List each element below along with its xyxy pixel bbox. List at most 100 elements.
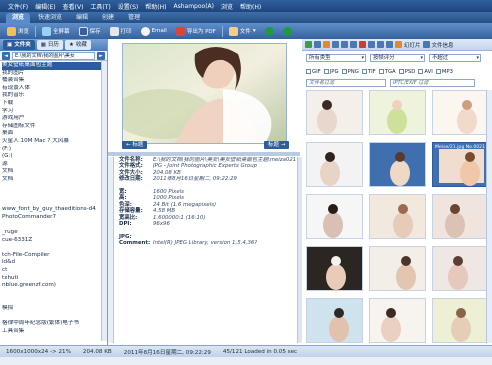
- checkbox-box[interactable]: [361, 69, 367, 74]
- file-button[interactable]: 文件 ▾: [226, 25, 259, 38]
- checkbox-box[interactable]: [418, 69, 424, 74]
- info-icon[interactable]: [422, 41, 430, 48]
- tree-item[interactable]: 美女壁纸桌面包主题: [2, 62, 107, 70]
- tab-browse[interactable]: 浏览: [6, 13, 31, 23]
- thumbnail[interactable]: [306, 246, 363, 291]
- tab-favorites[interactable]: ★ 收藏: [64, 40, 91, 50]
- tree-item[interactable]: 桶装合集: [2, 77, 107, 85]
- next-image-button[interactable]: 标题 →: [264, 141, 290, 149]
- tree-item[interactable]: 文档: [2, 168, 107, 176]
- tree-item[interactable]: 源: [2, 161, 107, 169]
- menu-help-2[interactable]: 帮助(H): [240, 2, 261, 11]
- tree-item[interactable]: [2, 244, 107, 252]
- type-select[interactable]: 所有类型: [306, 54, 366, 62]
- tree-item[interactable]: 我的音乐: [2, 92, 107, 100]
- tree-item[interactable]: [2, 297, 107, 305]
- tree-item[interactable]: PhotoCommander7: [2, 214, 107, 222]
- format-checkbox[interactable]: JPG: [323, 69, 339, 75]
- thumbnail-scrollbar[interactable]: [486, 90, 492, 343]
- menu-help[interactable]: 帮助(H): [145, 2, 166, 11]
- tab-folders[interactable]: ▣ 文件夹: [3, 40, 35, 50]
- fullscreen-button[interactable]: 全屏幕: [39, 25, 73, 38]
- tree-item[interactable]: ct: [2, 267, 107, 275]
- checkbox-box[interactable]: [341, 69, 347, 74]
- rotate-left-icon[interactable]: [341, 41, 348, 48]
- tab-edit[interactable]: 编辑: [70, 13, 94, 23]
- size-select[interactable]: 不超过: [429, 54, 481, 62]
- thumbnail[interactable]: Meise/21.jpg No.0021: [432, 142, 489, 187]
- tree-item[interactable]: (G:): [2, 153, 107, 161]
- thumbnail[interactable]: [306, 90, 363, 135]
- copy-icon[interactable]: [314, 41, 321, 48]
- tree-item[interactable]: (F:): [2, 146, 107, 154]
- image-preview[interactable]: [122, 43, 287, 144]
- menu-ashampoo[interactable]: Ashampoo(A): [173, 3, 214, 10]
- thumbnail[interactable]: [369, 90, 426, 135]
- tree-item[interactable]: [2, 184, 107, 192]
- delete-icon[interactable]: [332, 41, 339, 48]
- thumbnail[interactable]: [432, 90, 489, 135]
- tree-item[interactable]: 文档: [2, 176, 107, 184]
- tree-scrollbar[interactable]: [101, 61, 107, 341]
- tree-item[interactable]: nblue.greenzf.com): [2, 282, 107, 290]
- tree-item[interactable]: 存储图标文件: [2, 123, 107, 131]
- thumbnail[interactable]: [306, 142, 363, 187]
- thumbnail[interactable]: [306, 298, 363, 343]
- tree-item[interactable]: _ruge: [2, 229, 107, 237]
- tab-quick-browse[interactable]: 快速浏览: [32, 13, 68, 23]
- tree-item[interactable]: [2, 221, 107, 229]
- panel-splitter[interactable]: [108, 152, 300, 156]
- thumbnail[interactable]: [432, 246, 489, 291]
- format-checkbox[interactable]: PNG: [341, 69, 359, 75]
- tree-item[interactable]: 游戏用户: [2, 115, 107, 123]
- tab-create[interactable]: 创建: [96, 13, 120, 23]
- settings-icon[interactable]: [305, 41, 312, 48]
- tree-item[interactable]: 桌面: [2, 130, 107, 138]
- stop-icon[interactable]: [359, 41, 366, 48]
- path-back-button[interactable]: ◄: [2, 51, 10, 60]
- thumbnail[interactable]: [369, 298, 426, 343]
- checkbox-box[interactable]: [435, 69, 441, 74]
- file-info-label[interactable]: 文件信息: [432, 41, 454, 49]
- tree-item[interactable]: ld&d: [2, 259, 107, 267]
- tree-item[interactable]: 有现景人体: [2, 85, 107, 93]
- tree-item[interactable]: 火星人 10M Mac ? 大风暴: [2, 138, 107, 146]
- tree-item[interactable]: txhuti: [2, 275, 107, 283]
- thumbnail[interactable]: [369, 142, 426, 187]
- list-icon[interactable]: [377, 41, 384, 48]
- rating-select[interactable]: 按帧评分: [370, 54, 425, 62]
- email-button[interactable]: Email: [138, 25, 170, 38]
- format-checkbox[interactable]: GIF: [306, 69, 321, 75]
- tab-manage[interactable]: 管理: [122, 13, 146, 23]
- tree-item[interactable]: www_font_by_guy_thaeditions-d4: [2, 206, 107, 214]
- tree-item[interactable]: 我的图片: [2, 70, 107, 78]
- checkbox-box[interactable]: [306, 69, 311, 74]
- name-filter-input[interactable]: 文件名过滤: [306, 79, 386, 87]
- thumbnail[interactable]: [306, 194, 363, 239]
- move-icon[interactable]: [323, 41, 330, 48]
- sort-icon[interactable]: [386, 41, 393, 48]
- thumbnail[interactable]: [369, 194, 426, 239]
- tree-item[interactable]: [2, 191, 107, 199]
- tab-calendar[interactable]: ▦ 日历: [36, 40, 63, 50]
- menu-settings[interactable]: 设置(S): [118, 2, 139, 11]
- menu-tools[interactable]: 工具(T): [90, 2, 110, 11]
- back-button[interactable]: [262, 25, 277, 38]
- tree-item[interactable]: tch-File-Compiler: [2, 252, 107, 260]
- format-checkbox[interactable]: TIF: [361, 69, 376, 75]
- menu-file[interactable]: 文件(F): [8, 2, 28, 11]
- rotate-right-icon[interactable]: [350, 41, 357, 48]
- grid-icon[interactable]: [368, 41, 375, 48]
- export-pdf-button[interactable]: 导出为 PDF: [173, 25, 219, 38]
- format-checkbox[interactable]: MP3: [435, 69, 453, 75]
- browse-button[interactable]: 浏览: [4, 25, 32, 38]
- forward-button[interactable]: [280, 25, 295, 38]
- tree-item[interactable]: 工具合集: [2, 328, 107, 336]
- tree-item[interactable]: [2, 313, 107, 321]
- tree-item[interactable]: 模拟: [2, 305, 107, 313]
- slideshow-icon[interactable]: [395, 41, 402, 48]
- format-checkbox[interactable]: TGA: [378, 69, 396, 75]
- tree-item[interactable]: 学习: [2, 108, 107, 116]
- checkbox-box[interactable]: [323, 69, 329, 74]
- menu-view[interactable]: 查看(V): [63, 2, 84, 11]
